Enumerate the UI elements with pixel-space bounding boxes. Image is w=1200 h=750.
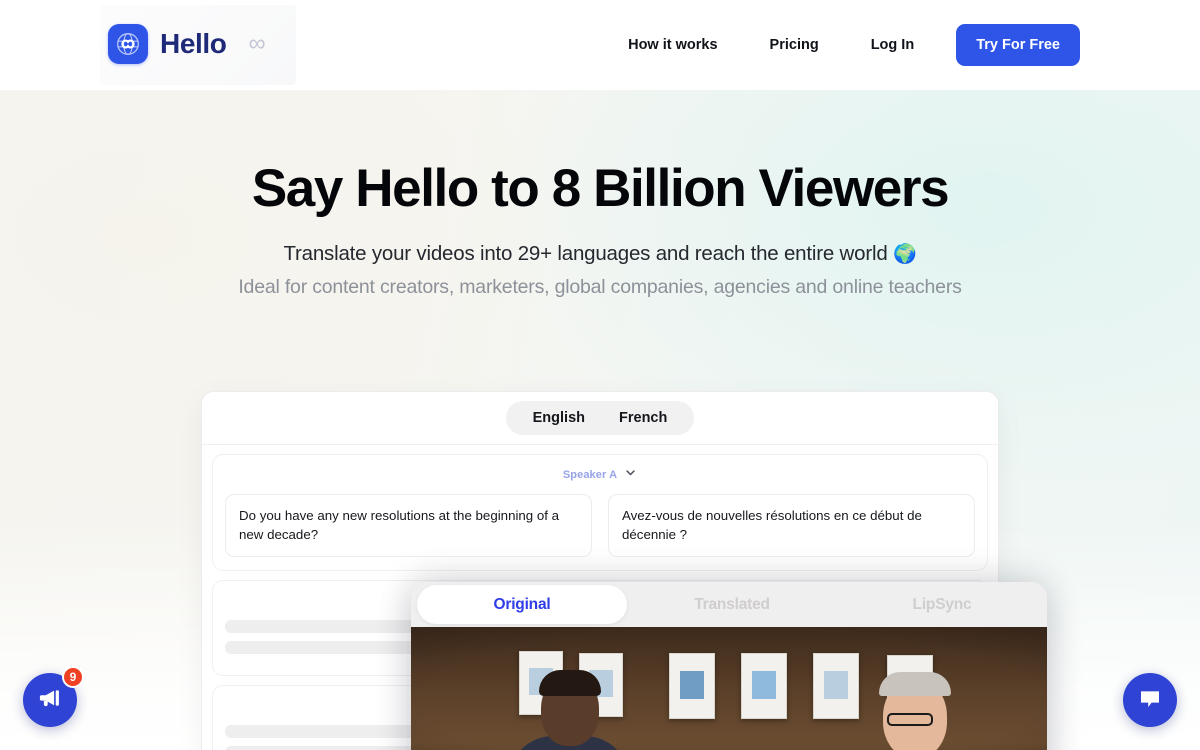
language-tab-english[interactable]: English [516, 408, 602, 428]
chevron-down-icon[interactable] [624, 466, 637, 484]
speaker-a-label: Speaker A [562, 469, 618, 481]
transcript-source-bubble[interactable]: Do you have any new resolutions at the b… [225, 494, 592, 557]
hero-section: Say Hello to 8 Billion Viewers Translate… [0, 160, 1200, 299]
site-header: Hello ∞ How it works Pricing Log In Try … [0, 0, 1200, 90]
video-tab-bar: Original Translated LipSync [411, 582, 1047, 627]
chat-widget-button[interactable] [1123, 673, 1177, 727]
video-tab-lipsync[interactable]: LipSync [837, 582, 1047, 627]
main-nav: How it works Pricing Log In Try For Free [602, 0, 1080, 90]
video-tab-translated[interactable]: Translated [627, 582, 837, 627]
speaker-a-header[interactable]: Speaker A [225, 465, 975, 485]
globe-infinity-icon [108, 24, 148, 64]
hero-subtitle-primary-text: Translate your videos into 29+ languages… [283, 242, 888, 266]
speaker-a-bubbles: Do you have any new resolutions at the b… [225, 494, 975, 557]
announcements-widget-button[interactable]: 9 [23, 666, 84, 727]
transcript-source-text: Do you have any new resolutions at the b… [239, 508, 560, 543]
megaphone-icon [37, 685, 63, 716]
brand-name: Hello [160, 28, 227, 59]
page-title: Say Hello to 8 Billion Viewers [251, 159, 950, 218]
language-pill: English French [505, 401, 695, 435]
hero-subtitle-primary: Translate your videos into 29+ languages… [0, 242, 1200, 266]
chat-bubble-icon [1137, 685, 1163, 716]
transcript-translated-bubble[interactable]: Avez-vous de nouvelles résolutions en ce… [608, 494, 975, 557]
video-preview-card: Original Translated LipSync [411, 582, 1047, 750]
speaker-block-a: Speaker A Do you have any new resolution… [212, 454, 988, 571]
hero-subtitle-secondary: Ideal for content creators, marketers, g… [238, 276, 962, 299]
infinity-icon: ∞ [248, 30, 266, 57]
video-tab-original[interactable]: Original [417, 585, 627, 624]
globe-emoji-icon: 🌍 [893, 244, 917, 266]
try-for-free-button[interactable]: Try For Free [956, 24, 1080, 66]
nav-pricing[interactable]: Pricing [744, 29, 845, 61]
page-root: Hello ∞ How it works Pricing Log In Try … [0, 0, 1200, 750]
nav-how-it-works[interactable]: How it works [602, 29, 743, 61]
video-frame[interactable] [411, 627, 1047, 750]
nav-log-in[interactable]: Log In [845, 29, 941, 61]
transcript-translated-text: Avez-vous de nouvelles résolutions en ce… [622, 508, 922, 543]
language-tab-bar: English French [202, 392, 998, 445]
video-vignette [411, 627, 1047, 750]
language-tab-french[interactable]: French [602, 408, 684, 428]
brand-logo[interactable]: Hello ∞ [108, 24, 266, 64]
announcements-badge: 9 [62, 666, 84, 688]
